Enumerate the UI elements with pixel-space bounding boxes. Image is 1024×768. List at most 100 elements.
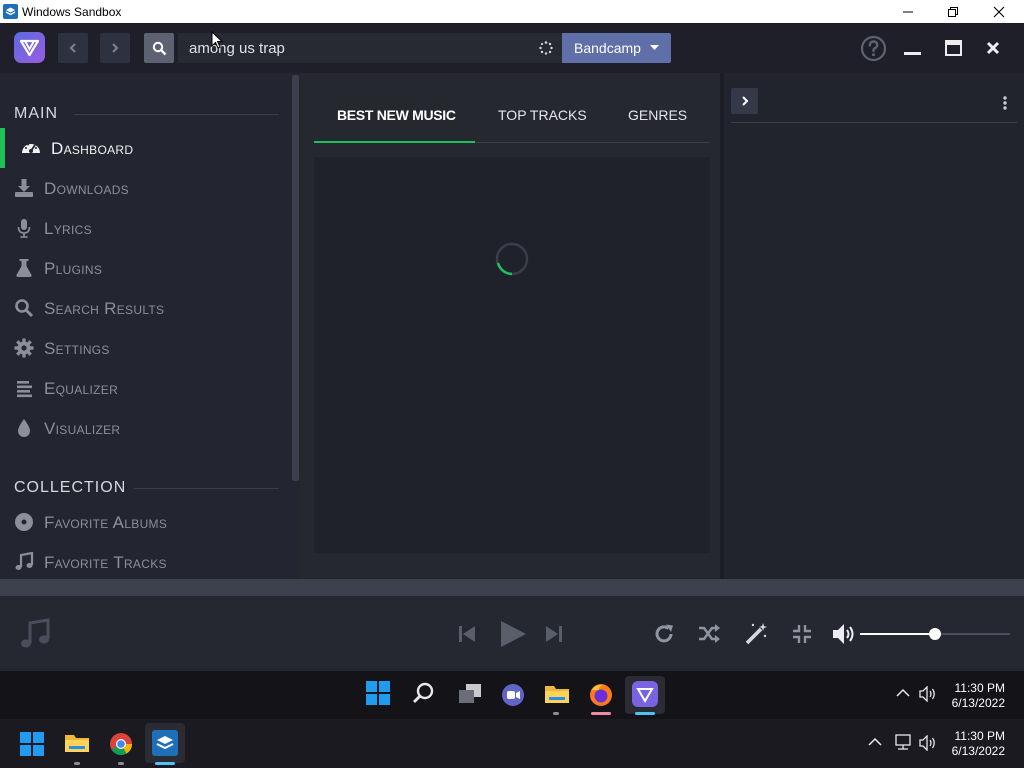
clock-time: 11:30 PM [954, 681, 1005, 695]
tab-genres[interactable]: GENRES [628, 107, 687, 123]
play-icon [501, 621, 526, 647]
running-indicator [635, 712, 655, 715]
sidebar-item-label: Search Results [44, 299, 165, 318]
chrome-icon [110, 733, 132, 755]
sidebar-item-favorite-tracks[interactable]: Favorite Tracks [0, 542, 290, 582]
shuffle-button[interactable] [698, 624, 720, 644]
next-track-button[interactable] [545, 625, 563, 643]
running-indicator [155, 762, 175, 765]
skip-back-icon [459, 626, 475, 642]
sidebar-item-plugins[interactable]: Plugins [0, 248, 290, 288]
speaker-icon [919, 735, 935, 751]
chat-icon [502, 684, 524, 706]
magic-wand-button[interactable] [744, 622, 768, 646]
right-panel [724, 73, 1024, 579]
host-sandbox-button[interactable] [145, 723, 185, 763]
mini-player-button[interactable] [791, 624, 813, 644]
repeat-button[interactable] [653, 623, 675, 645]
start-button[interactable] [365, 680, 397, 712]
volume-slider[interactable] [860, 628, 1010, 640]
app-close-button[interactable] [986, 41, 1000, 55]
sandbox-clock[interactable]: 11:30 PM 6/13/2022 [940, 681, 1005, 711]
clock-date: 6/13/2022 [951, 696, 1005, 710]
sandbox-taskbar: 11:30 PM 6/13/2022 [0, 671, 1024, 719]
play-button[interactable] [499, 620, 527, 648]
host-restore-button[interactable] [930, 0, 976, 23]
host-close-button[interactable] [976, 0, 1022, 23]
sidebar-item-dashboard[interactable]: Dashboard [0, 128, 290, 168]
chevron-up-icon [896, 688, 910, 697]
dashboard-icon [22, 142, 40, 153]
volume-handle[interactable] [929, 628, 941, 640]
app-maximize-button[interactable] [945, 40, 962, 56]
compress-icon [793, 625, 811, 643]
loading-spinner-icon [539, 41, 553, 55]
host-chrome-button[interactable] [108, 731, 140, 763]
sidebar-item-equalizer[interactable]: Equalizer [0, 368, 290, 408]
folder-icon [545, 686, 569, 703]
previous-track-button[interactable] [458, 625, 476, 643]
search-input[interactable] [178, 33, 533, 63]
sidebar-item-settings[interactable]: Settings [0, 328, 290, 368]
host-minimize-button[interactable] [885, 0, 931, 23]
sidebar-item-label: Plugins [44, 259, 103, 278]
provider-label: Bandcamp [574, 40, 641, 56]
provider-dropdown[interactable]: Bandcamp [562, 33, 671, 63]
microphone-icon [17, 219, 31, 238]
horizontal-scrollbar[interactable] [0, 579, 1024, 596]
sidebar-item-label: Favorite Albums [44, 513, 168, 532]
sidebar-item-visualizer[interactable]: Visualizer [0, 408, 290, 448]
teams-chat-button[interactable] [500, 682, 532, 714]
skip-forward-icon [546, 626, 562, 642]
back-button[interactable] [58, 33, 88, 63]
forward-button[interactable] [100, 33, 130, 63]
host-taskbar: 11:30 PM 6/13/2022 [0, 719, 1024, 768]
firefox-button[interactable] [588, 682, 620, 714]
host-show-hidden-icons-button[interactable] [868, 737, 882, 747]
chevron-right-icon [741, 96, 748, 106]
flask-icon [16, 259, 32, 277]
sidebar-scrollbar[interactable] [292, 75, 299, 481]
task-view-button[interactable] [457, 683, 489, 715]
host-speaker-button[interactable] [919, 735, 937, 751]
question-icon [860, 35, 887, 62]
host-clock[interactable]: 11:30 PM 6/13/2022 [940, 729, 1005, 759]
taskbar-search-button[interactable] [412, 681, 444, 713]
sidebar-item-label: Downloads [44, 179, 129, 198]
sidebar-item-lyrics[interactable]: Lyrics [0, 208, 290, 248]
sidebar-item-label: Lyrics [44, 219, 92, 238]
windows-logo-icon [366, 681, 390, 705]
player-bar [0, 596, 1024, 671]
expand-panel-button[interactable] [731, 88, 758, 114]
app-minimize-button[interactable] [904, 45, 921, 57]
app-taskbar-button[interactable] [625, 676, 665, 714]
show-hidden-icons-button[interactable] [896, 688, 910, 698]
sidebar-item-downloads[interactable]: Downloads [0, 168, 290, 208]
more-options-button[interactable] [1002, 95, 1008, 111]
host-network-button[interactable] [894, 734, 914, 750]
help-button[interactable] [860, 35, 887, 62]
file-explorer-button[interactable] [544, 682, 576, 714]
volume-icon [833, 624, 854, 644]
sandbox-logo-icon [152, 730, 178, 756]
content-panel [314, 157, 710, 553]
sandbox-title: Windows Sandbox [22, 5, 122, 19]
host-start-button[interactable] [19, 731, 51, 763]
section-divider [134, 488, 279, 489]
sidebar-item-search-results[interactable]: Search Results [0, 288, 290, 328]
speaker-button[interactable] [919, 686, 937, 702]
windows-logo-icon [20, 732, 44, 756]
caret-down-icon [650, 45, 659, 50]
search-button[interactable] [144, 33, 174, 63]
host-file-explorer-button[interactable] [64, 731, 96, 763]
volume-button[interactable] [832, 623, 856, 645]
search-icon [152, 41, 166, 55]
download-icon [15, 179, 33, 197]
running-indicator [591, 712, 611, 715]
tab-top-tracks[interactable]: TOP TRACKS [498, 107, 587, 123]
shuffle-icon [699, 624, 720, 643]
section-header-collection: COLLECTION [14, 479, 127, 496]
running-indicator [74, 762, 80, 765]
tab-best-new-music[interactable]: BEST NEW MUSIC [337, 107, 456, 123]
sidebar-item-favorite-albums[interactable]: Favorite Albums [0, 502, 290, 542]
